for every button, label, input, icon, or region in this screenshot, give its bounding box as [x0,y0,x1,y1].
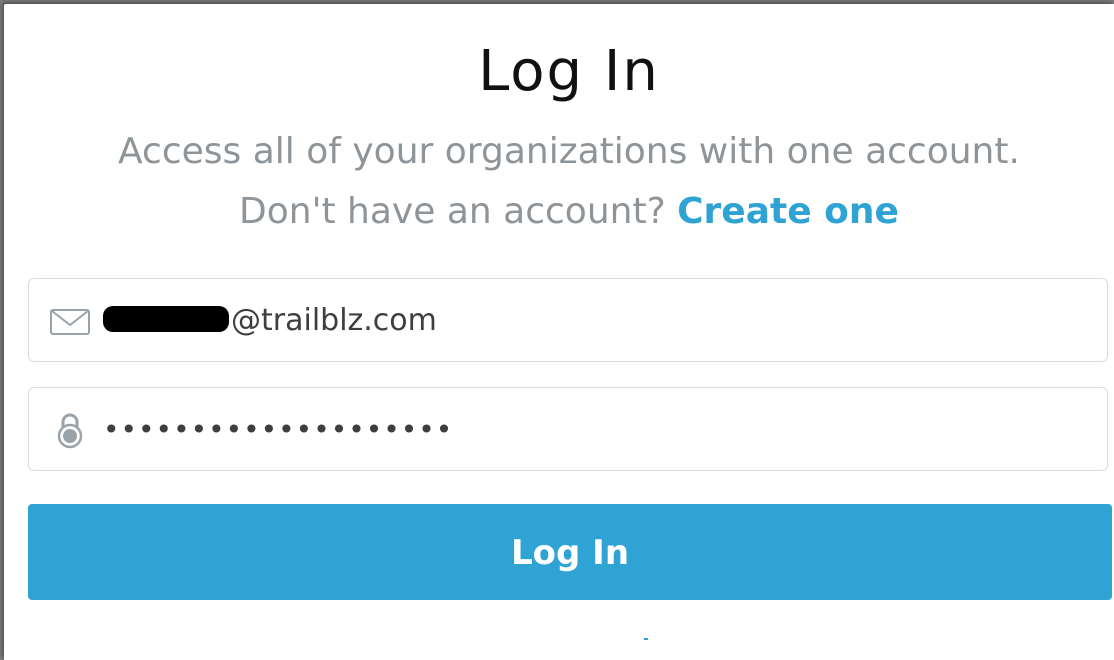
redaction-mark [103,305,229,332]
lock-icon [57,413,83,449]
create-account-link[interactable]: Create one [677,191,899,232]
decorative-mark [644,638,648,640]
email-field[interactable]: @trailblz.com [28,278,1108,362]
page-title: Log In [478,39,660,104]
signup-prompt-text: Don't have an account? [239,191,666,232]
login-button[interactable]: Log In [28,504,1112,600]
email-value[interactable]: @trailblz.com [103,279,1087,363]
envelope-icon [50,309,90,335]
email-domain-text: @trailblz.com [231,303,437,338]
login-panel: Log In Access all of your organizations … [4,4,1114,660]
page-subtitle: Access all of your organizations with on… [118,131,1020,172]
password-field[interactable]: •••••••••••••••••••• [28,387,1108,471]
password-value[interactable]: •••••••••••••••••••• [103,388,1087,472]
signup-prompt-line: Don't have an account? Create one [4,186,1114,238]
